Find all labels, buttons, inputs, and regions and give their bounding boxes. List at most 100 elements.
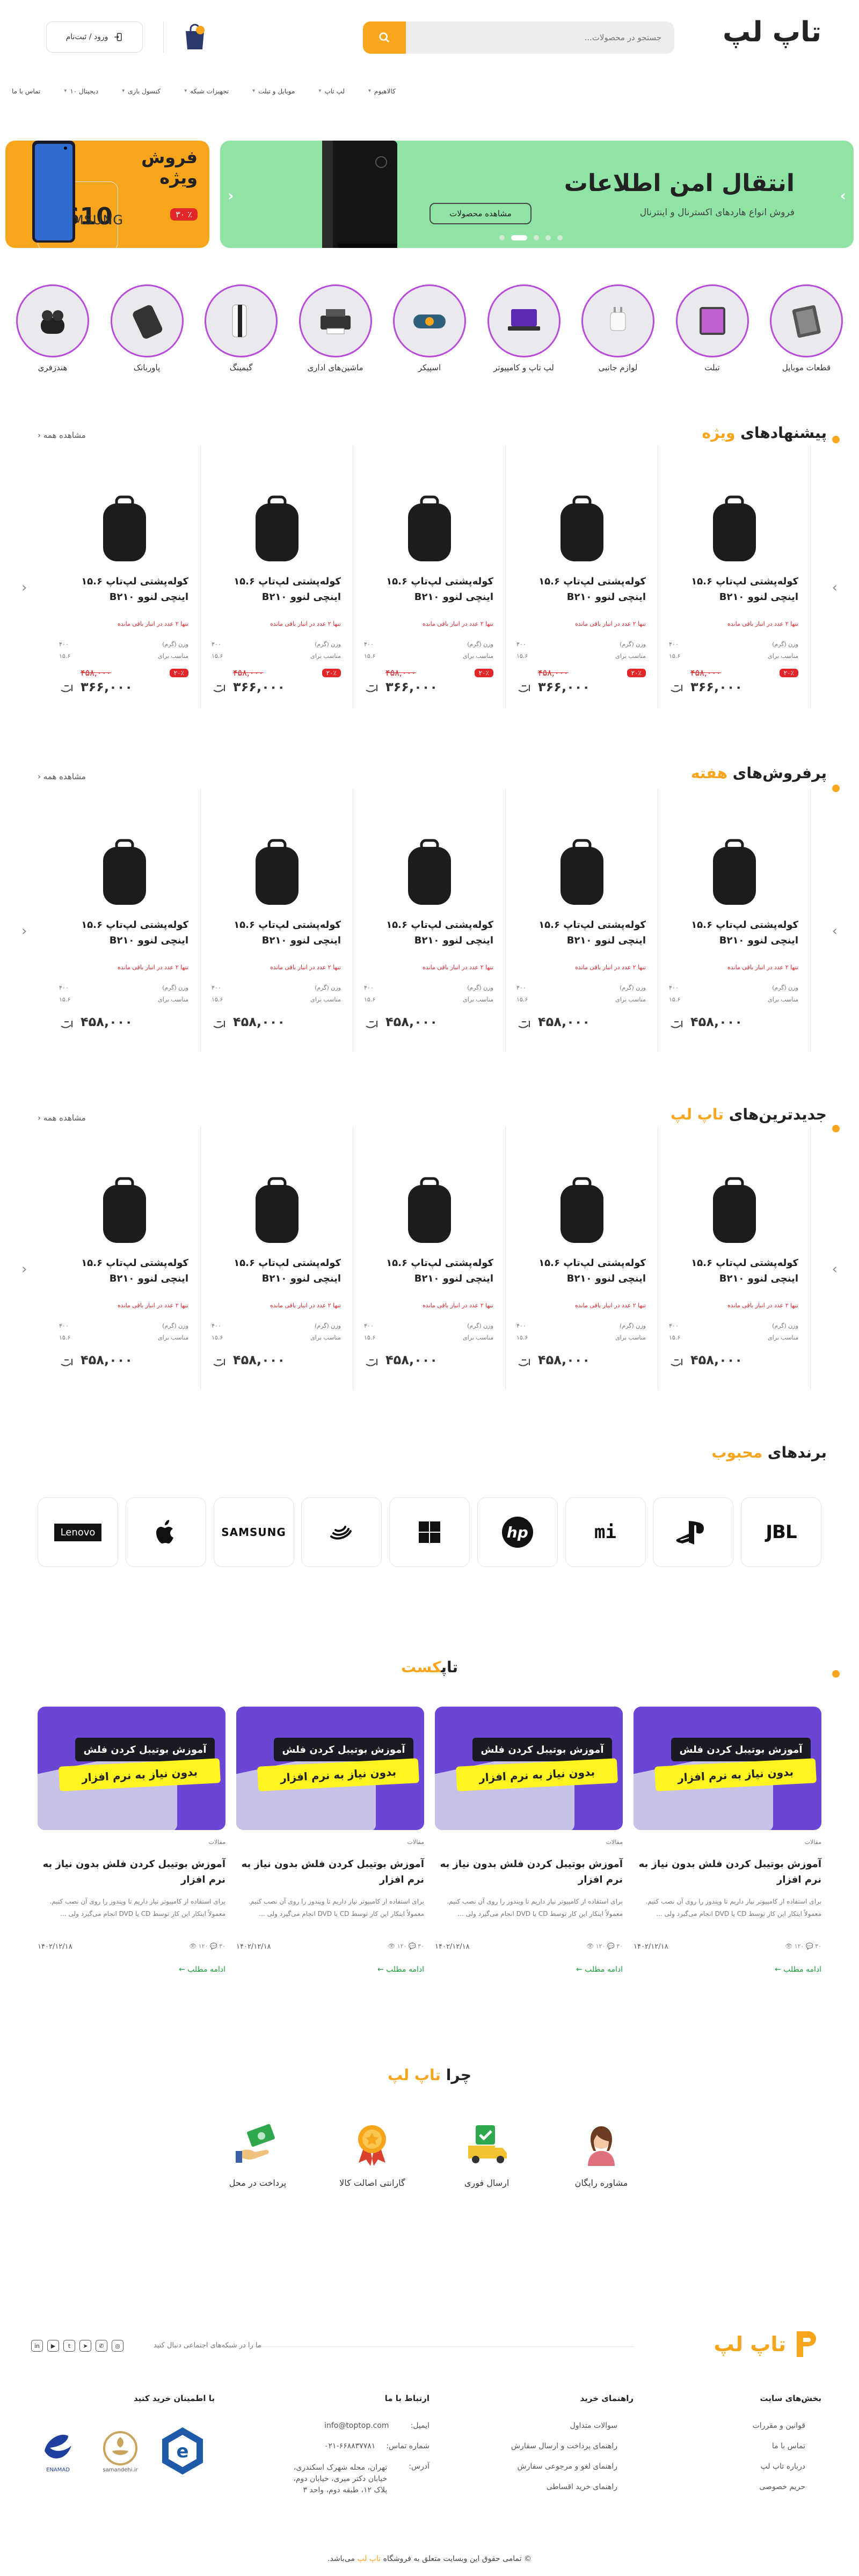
footer-logo[interactable]: تاپ لپ [714,2329,821,2359]
carousel-next-arrow[interactable]: › [832,1261,838,1277]
footer-link[interactable]: حریم خصوصی [682,2483,805,2491]
product-card[interactable]: کوله‌پشتی لپ‌تاپ ۱۵.۶ اینچی لنوو B۲۱۰ تن… [48,789,201,1052]
product-card[interactable]: کوله‌پشتی لپ‌تاپ ۱۵.۶ اینچی لنوو B۲۱۰ تن… [48,1127,201,1390]
section-title-why: چرا تاپ لپ [387,2066,472,2084]
product-card[interactable]: کوله‌پشتی لپ‌تاپ ۱۵.۶ اینچی لنوو B۲۱۰ تن… [506,445,658,708]
nav-item[interactable]: کنسول بازی ▾ [110,80,172,102]
product-card[interactable]: کوله‌پشتی لپ‌تاپ ۱۵.۶ اینچی لنوو B۲۱۰ تن… [506,1127,658,1390]
search-button[interactable] [363,21,406,54]
see-all-link[interactable]: مشاهده همه ‹ [38,430,86,440]
footer-link[interactable]: درباره تاپ لپ [682,2462,805,2471]
product-card[interactable]: کوله‌پشتی لپ‌تاپ ۱۵.۶ اینچی لنوو B۲۱۰ تن… [353,789,506,1052]
promo-banner[interactable]: فروشویژه ٪ ۳۰ S10+ SAMSUNG [5,141,209,248]
carousel-prev-arrow[interactable]: ‹ [21,580,27,596]
category-item[interactable]: هندزفری [16,284,89,392]
product-card[interactable]: کوله‌پشتی لپ‌تاپ ۱۵.۶ اینچی لنوو B۲۱۰ تن… [48,445,201,708]
footer-link[interactable]: سوالات متداول [472,2421,617,2430]
banner-dot[interactable] [534,235,539,240]
banner-next-arrow[interactable]: › [840,187,846,204]
hero-banner[interactable]: انتقال امن اطلاعات فروش انواع هاردهای اک… [220,141,854,248]
product-card[interactable]: کوله‌پشتی لپ‌تاپ ۱۵.۶ اینچی لنوو B۲۱۰ تن… [506,789,658,1052]
see-all-link[interactable]: مشاهده همه ‹ [38,1113,86,1123]
samandehi-badge[interactable]: samandehi.ir [94,2421,146,2480]
login-button[interactable]: ورود / ثبت‌نام [46,21,143,53]
product-card[interactable]: کوله‌پشتی لپ‌تاپ ۱۵.۶ اینچی لنوو B۲۱۰ تن… [201,789,353,1052]
nav-item[interactable]: تجهیزات شبکه ▾ [172,80,241,102]
enamad-badge[interactable]: ENAMAD [32,2421,84,2480]
category-item[interactable]: قطعات موبایل [770,284,843,392]
e-trust-badge[interactable]: e [157,2421,208,2480]
product-card[interactable]: کوله‌پشتی لپ‌تاپ ۱۵.۶ اینچی لنوو B۲۱۰ تن… [658,789,811,1052]
category-item[interactable]: اسپیکر [393,284,466,392]
brand-logo-mi[interactable]: mi [565,1497,646,1567]
footer-link[interactable]: قوانین و مقررات [682,2421,805,2430]
blog-post-card[interactable]: آموزش بوتیبل کردن فلش بدون نیاز به نرم اف… [435,1707,623,1986]
blog-post-title[interactable]: آموزش بوتیبل کردن فلش بدون نیاز به نرم ا… [634,1857,821,1888]
nav-item[interactable]: موبایل و تبلت ▾ [241,80,307,102]
carousel-next-arrow[interactable]: › [832,580,838,596]
category-item[interactable]: گیمینگ [205,284,278,392]
carousel-next-arrow[interactable]: › [832,923,838,939]
see-all-link[interactable]: مشاهده همه ‹ [38,772,86,781]
category-item[interactable]: پاوربانک [110,284,184,392]
nav-item[interactable]: تماس با ما [0,80,52,102]
footer-link[interactable]: تماس با ما [682,2442,805,2450]
read-more-link[interactable]: ادامه مطلب ← [576,1965,623,1974]
product-card[interactable]: کوله‌پشتی لپ‌تاپ ۱۵.۶ اینچی لنوو B۲۱۰ تن… [658,445,811,708]
read-more-link[interactable]: ادامه مطلب ← [377,1965,424,1974]
brand-logo-apple[interactable] [125,1497,206,1567]
product-card[interactable]: کوله‌پشتی لپ‌تاپ ۱۵.۶ اینچی لنوو B۲۱۰ تن… [353,445,506,708]
carousel-prev-arrow[interactable]: ‹ [21,923,27,939]
copyright-brand[interactable]: تاپ لپ [357,2555,381,2563]
banner-dot-active[interactable] [511,235,527,240]
footer-link[interactable]: راهنمای پرداخت و ارسال سفارش [472,2442,617,2450]
blog-post-title[interactable]: آموزش بوتیبل کردن فلش بدون نیاز به نرم ا… [435,1857,623,1888]
blog-post-card[interactable]: آموزش بوتیبل کردن فلش بدون نیاز به نرم اف… [236,1707,424,1986]
contact-phone[interactable]: ۰۲۱-۶۶۸۸۳۷۷۸۱ [324,2442,375,2450]
read-more-link[interactable]: ادامه مطلب ← [775,1965,821,1974]
linkedin-icon[interactable]: in [31,2340,43,2352]
blog-post-card[interactable]: آموزش بوتیبل کردن فلش بدون نیاز به نرم اف… [38,1707,225,1986]
banner-cta-button[interactable]: مشاهده محصولات [430,203,532,224]
brand-logo-playstation[interactable] [653,1497,734,1567]
site-logo[interactable]: تاپ لپ [723,18,821,46]
youtube-icon[interactable]: ▶ [47,2340,59,2352]
banner-dot[interactable] [499,235,505,240]
footer-link[interactable]: راهنمای خرید اقساطی [472,2483,617,2491]
brand-logo-jbl[interactable]: JBL [741,1497,821,1567]
blog-post-card[interactable]: آموزش بوتیبل کردن فلش بدون نیاز به نرم اف… [634,1707,821,1986]
brand-logo-lenovo[interactable]: Lenovo [38,1497,118,1567]
twitter-icon[interactable]: t [63,2340,75,2352]
category-item[interactable]: لپ تاپ و کامپیوتر [487,284,560,392]
carousel-prev-arrow[interactable]: ‹ [21,1261,27,1277]
nav-item[interactable]: دیجیتال ۱۰ ▾ [52,80,110,102]
banner-dot[interactable] [545,235,551,240]
chevron-down-icon: ▾ [184,88,187,94]
brand-logo-samsung[interactable]: SAMSUNG [213,1497,294,1567]
cart-icon[interactable] [183,23,207,52]
telegram-icon[interactable]: ➤ [79,2340,91,2352]
banner-dot[interactable] [557,235,563,240]
product-card[interactable]: کوله‌پشتی لپ‌تاپ ۱۵.۶ اینچی لنوو B۲۱۰ تن… [201,445,353,708]
search-input[interactable] [406,21,674,54]
contact-email[interactable]: info@toptop.com [324,2421,389,2430]
brand-logo-hp[interactable]: hp [477,1497,558,1567]
category-item[interactable]: تبلت [675,284,749,392]
nav-item[interactable]: کالاهیوم ▾ [356,80,407,102]
instagram-icon[interactable]: ◎ [112,2340,123,2352]
category-item[interactable]: ماشین‌های اداری [299,284,372,392]
category-item[interactable]: لوازم جانبی [581,284,654,392]
blog-post-date: ۱۴۰۲/۱۲/۱۸ [236,1943,271,1951]
brand-logo-seagate[interactable] [301,1497,382,1567]
read-more-link[interactable]: ادامه مطلب ← [179,1965,225,1974]
blog-post-title[interactable]: آموزش بوتیبل کردن فلش بدون نیاز به نرم ا… [236,1857,424,1888]
blog-post-title[interactable]: آموزش بوتیبل کردن فلش بدون نیاز به نرم ا… [38,1857,225,1888]
product-card[interactable]: کوله‌پشتی لپ‌تاپ ۱۵.۶ اینچی لنوو B۲۱۰ تن… [353,1127,506,1390]
banner-prev-arrow[interactable]: ‹ [228,187,234,204]
product-card[interactable]: کوله‌پشتی لپ‌تاپ ۱۵.۶ اینچی لنوو B۲۱۰ تن… [201,1127,353,1390]
brand-logo-windows[interactable] [389,1497,470,1567]
footer-link[interactable]: راهنمای لغو و مرجوعی سفارش [472,2462,617,2471]
product-card[interactable]: کوله‌پشتی لپ‌تاپ ۱۵.۶ اینچی لنوو B۲۱۰ تن… [658,1127,811,1390]
whatsapp-icon[interactable]: ✆ [96,2340,107,2352]
nav-item[interactable]: لپ تاپ ▾ [307,80,356,102]
